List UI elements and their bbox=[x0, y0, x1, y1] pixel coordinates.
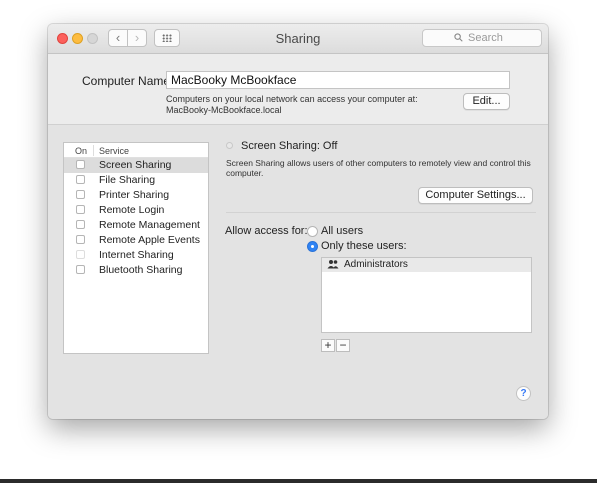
sharing-pane: On Service Screen Sharing File Sharing P… bbox=[48, 124, 548, 419]
all-users-label[interactable]: All users bbox=[321, 225, 363, 237]
service-checkbox[interactable] bbox=[76, 235, 85, 244]
service-label: Internet Sharing bbox=[99, 249, 174, 261]
service-status: Screen Sharing: Off bbox=[241, 140, 338, 152]
edit-button[interactable]: Edit... bbox=[463, 93, 510, 110]
service-checkbox[interactable] bbox=[76, 160, 85, 169]
service-row-bluetooth-sharing[interactable]: Bluetooth Sharing bbox=[64, 263, 208, 278]
service-label: File Sharing bbox=[99, 174, 156, 186]
search-icon bbox=[454, 31, 463, 47]
address-note-line: Computers on your local network can acce… bbox=[166, 94, 418, 104]
close-button[interactable] bbox=[57, 33, 68, 44]
only-these-users-label[interactable]: Only these users: bbox=[321, 240, 407, 252]
column-separator bbox=[93, 145, 94, 156]
service-row-remote-apple-events[interactable]: Remote Apple Events bbox=[64, 233, 208, 248]
service-label: Printer Sharing bbox=[99, 189, 170, 201]
show-all-button[interactable] bbox=[154, 29, 180, 47]
service-row-remote-login[interactable]: Remote Login bbox=[64, 203, 208, 218]
group-icon bbox=[327, 259, 339, 272]
user-label: Administrators bbox=[344, 259, 408, 270]
service-label: Bluetooth Sharing bbox=[99, 264, 183, 276]
service-row-internet-sharing[interactable]: Internet Sharing bbox=[64, 248, 208, 263]
service-checkbox[interactable] bbox=[76, 265, 85, 274]
grid-icon bbox=[162, 34, 172, 42]
service-label: Remote Login bbox=[99, 204, 165, 216]
forward-button[interactable]: › bbox=[127, 29, 147, 47]
only-these-users-radio[interactable] bbox=[307, 241, 318, 252]
search-placeholder: Search bbox=[468, 32, 503, 44]
service-checkbox[interactable] bbox=[76, 205, 85, 214]
chevron-left-icon: ‹ bbox=[115, 30, 121, 45]
all-users-radio[interactable] bbox=[307, 226, 318, 237]
service-row-printer-sharing[interactable]: Printer Sharing bbox=[64, 188, 208, 203]
help-button[interactable]: ? bbox=[516, 386, 531, 401]
service-row-screen-sharing[interactable]: Screen Sharing bbox=[64, 158, 208, 173]
chevron-right-icon: › bbox=[134, 30, 140, 45]
screen-edge bbox=[0, 479, 597, 483]
computer-name-field[interactable]: MacBooky McBookface bbox=[166, 71, 510, 89]
zoom-button[interactable] bbox=[87, 33, 98, 44]
service-checkbox[interactable] bbox=[76, 175, 85, 184]
add-user-button[interactable]: + bbox=[321, 339, 335, 352]
users-list[interactable]: Administrators bbox=[321, 257, 532, 333]
service-description: Screen Sharing allows users of other com… bbox=[226, 158, 531, 178]
service-row-file-sharing[interactable]: File Sharing bbox=[64, 173, 208, 188]
remove-user-button[interactable]: − bbox=[336, 339, 350, 352]
service-label: Remote Apple Events bbox=[99, 234, 200, 246]
divider bbox=[226, 212, 536, 213]
back-button[interactable]: ‹ bbox=[108, 29, 128, 47]
sharing-window: ‹ › Sharing Search Computer Name: MacBoo… bbox=[48, 24, 548, 419]
service-list: On Service Screen Sharing File Sharing P… bbox=[63, 142, 209, 354]
service-list-header: On Service bbox=[64, 143, 208, 158]
window-title: Sharing bbox=[275, 31, 321, 46]
minimize-button[interactable] bbox=[72, 33, 83, 44]
service-checkbox[interactable] bbox=[76, 250, 85, 259]
service-checkbox[interactable] bbox=[76, 220, 85, 229]
allow-access-label: Allow access for: bbox=[225, 225, 308, 237]
local-hostname: MacBooky-McBookface.local bbox=[166, 105, 282, 115]
search-input[interactable]: Search bbox=[422, 29, 542, 47]
service-row-remote-management[interactable]: Remote Management bbox=[64, 218, 208, 233]
computer-address-note: Computers on your local network can acce… bbox=[166, 94, 418, 116]
status-indicator bbox=[226, 142, 233, 149]
list-item[interactable]: Administrators bbox=[322, 258, 531, 272]
on-column-header[interactable]: On bbox=[75, 146, 87, 156]
computer-settings-button[interactable]: Computer Settings... bbox=[418, 187, 533, 204]
service-checkbox[interactable] bbox=[76, 190, 85, 199]
service-label: Remote Management bbox=[99, 219, 200, 231]
service-label: Screen Sharing bbox=[99, 159, 172, 171]
service-column-header[interactable]: Service bbox=[99, 146, 129, 156]
computer-name-label: Computer Name: bbox=[82, 74, 174, 88]
title-bar: ‹ › Sharing Search bbox=[48, 24, 548, 54]
